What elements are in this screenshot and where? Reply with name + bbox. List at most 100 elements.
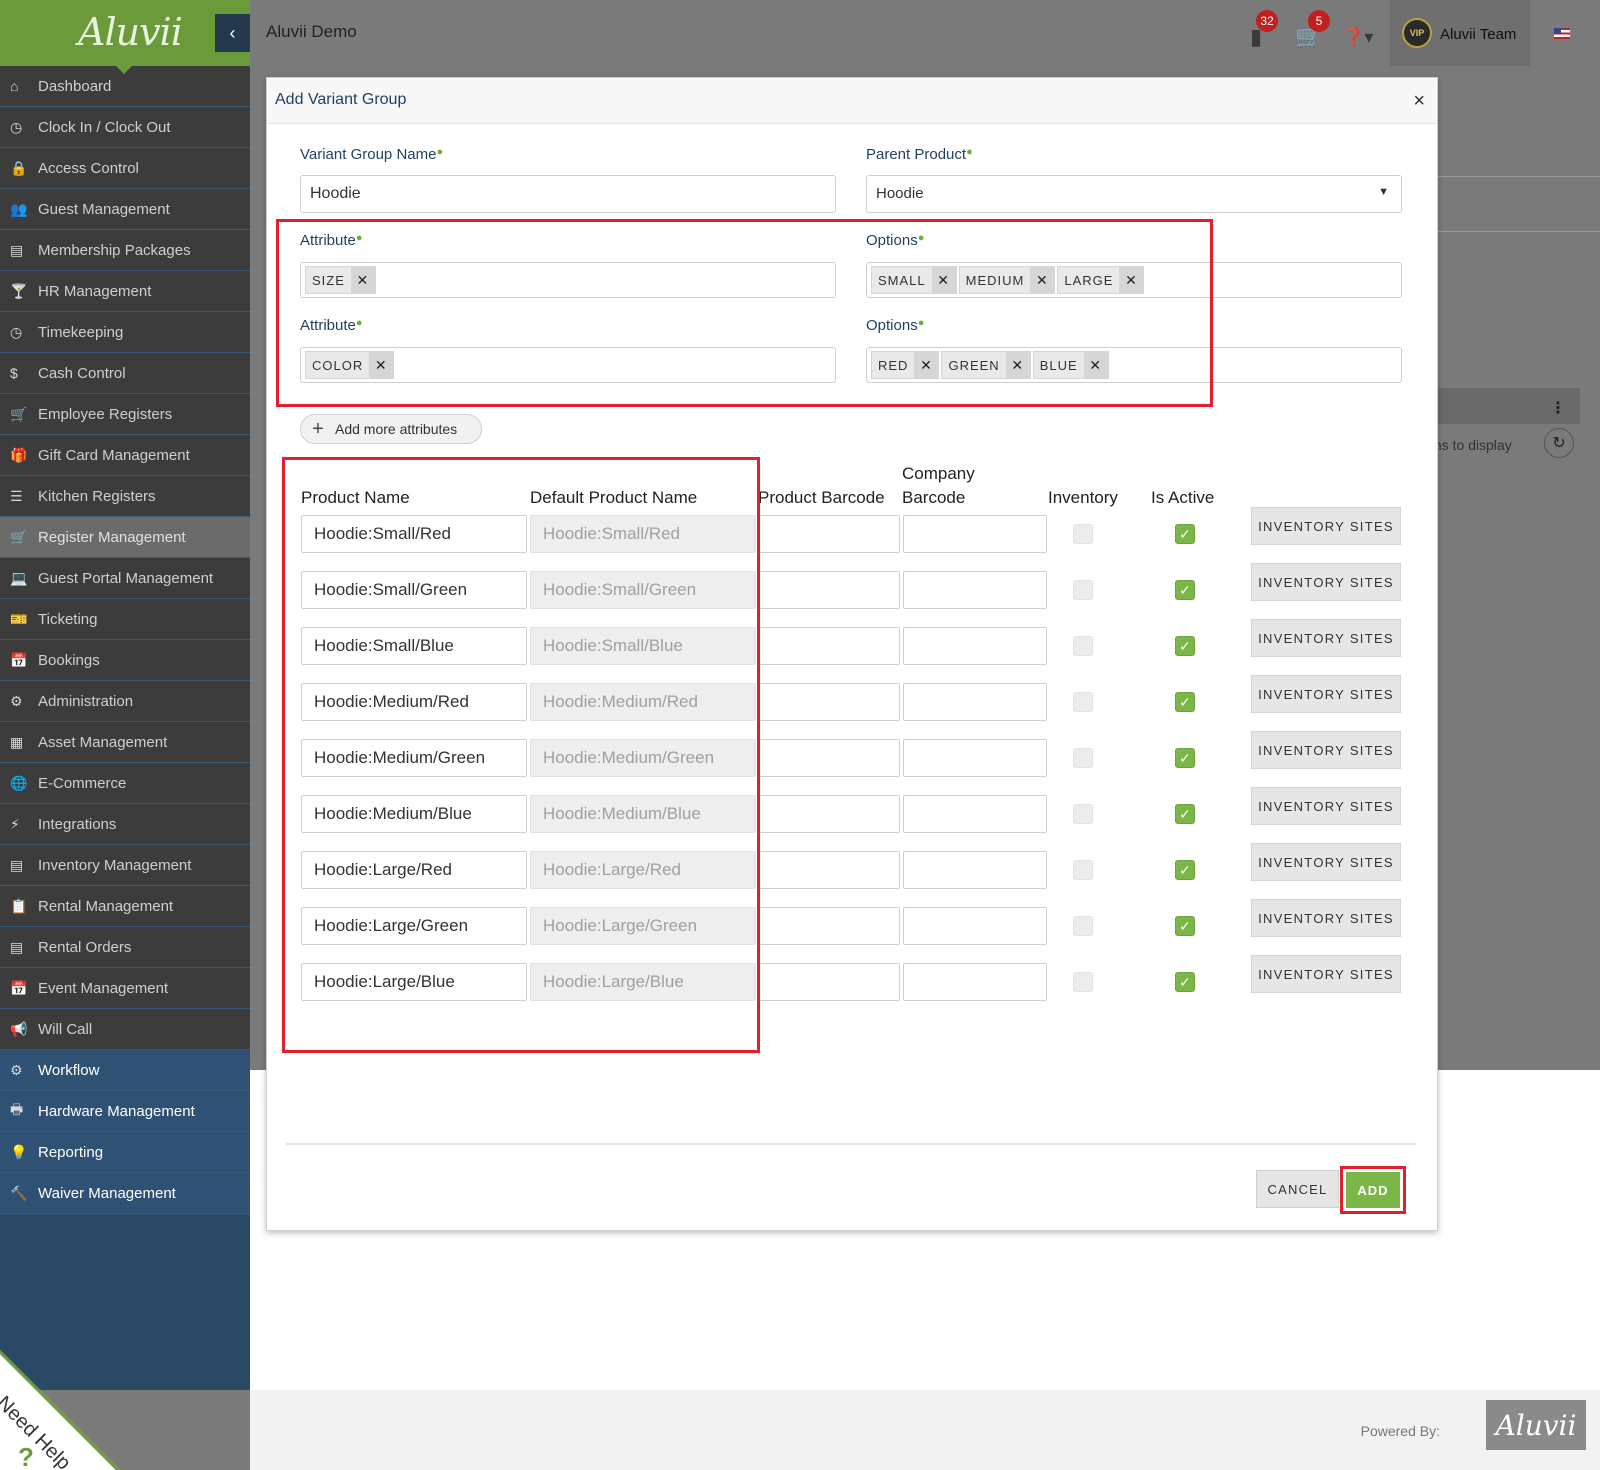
sidebar-item-hardware-management[interactable]: 🖶 Hardware Management <box>0 1091 250 1132</box>
inventory-checkbox[interactable] <box>1073 580 1093 600</box>
cart-icon: 🛒 <box>10 405 28 422</box>
inventory-checkbox[interactable] <box>1073 916 1093 936</box>
inventory-checkbox[interactable] <box>1073 860 1093 880</box>
bolt-icon: ⚡ <box>10 815 20 832</box>
sidebar-item-asset-management[interactable]: ▦ Asset Management <box>0 722 250 763</box>
is-active-checkbox[interactable]: ✓ <box>1175 748 1195 768</box>
more-options-icon[interactable]: ⋮ <box>1550 398 1566 418</box>
company-barcode-input[interactable] <box>903 515 1047 553</box>
parent-product-select[interactable]: Hoodie ▼ <box>866 175 1402 213</box>
dollar-icon: $ <box>10 365 18 381</box>
sidebar-item-employee-registers[interactable]: 🛒 Employee Registers <box>0 394 250 435</box>
is-active-checkbox[interactable]: ✓ <box>1175 916 1195 936</box>
is-active-checkbox[interactable]: ✓ <box>1175 972 1195 992</box>
inventory-sites-button[interactable]: INVENTORY SITES <box>1251 675 1401 713</box>
cancel-button[interactable]: CANCEL <box>1256 1170 1339 1208</box>
company-barcode-input[interactable] <box>903 795 1047 833</box>
sidebar-item-guest-management[interactable]: 👥 Guest Management <box>0 189 250 230</box>
sidebar-item-cash-control[interactable]: $ Cash Control <box>0 353 250 394</box>
company-barcode-input[interactable] <box>903 739 1047 777</box>
need-help-widget[interactable]: Need Help ? <box>0 1350 120 1470</box>
app-logo[interactable]: Aluvii <box>78 10 183 54</box>
inventory-checkbox[interactable] <box>1073 636 1093 656</box>
sidebar-item-kitchen-registers[interactable]: ☰ Kitchen Registers <box>0 476 250 517</box>
inventory-sites-button[interactable]: INVENTORY SITES <box>1251 731 1401 769</box>
bg-divider <box>1430 176 1600 177</box>
sidebar-item-hr-management[interactable]: 🍸 HR Management <box>0 271 250 312</box>
product-barcode-input[interactable] <box>758 851 900 889</box>
inventory-checkbox[interactable] <box>1073 804 1093 824</box>
is-active-checkbox[interactable]: ✓ <box>1175 860 1195 880</box>
sidebar-item-rental-management[interactable]: 📋 Rental Management <box>0 886 250 927</box>
help-icon[interactable]: ❓▾ <box>1342 27 1373 48</box>
product-barcode-input[interactable] <box>758 907 900 945</box>
inventory-checkbox[interactable] <box>1073 524 1093 544</box>
powered-by-text: Powered By: <box>1360 1423 1440 1439</box>
inventory-checkbox[interactable] <box>1073 692 1093 712</box>
sidebar-item-register-management[interactable]: 🛒 Register Management <box>0 517 250 558</box>
sidebar-item-ticketing[interactable]: 🎫 Ticketing <box>0 599 250 640</box>
is-active-checkbox[interactable]: ✓ <box>1175 580 1195 600</box>
refresh-icon[interactable]: ↻ <box>1544 428 1574 458</box>
clock-icon: ◷ <box>10 323 23 340</box>
add-more-attributes-button[interactable]: + Add more attributes <box>300 414 482 444</box>
bg-empty-text: ms to display <box>1430 437 1512 453</box>
company-barcode-input[interactable] <box>903 907 1047 945</box>
sidebar-item-inventory-management[interactable]: ▤ Inventory Management <box>0 845 250 886</box>
company-barcode-input[interactable] <box>903 571 1047 609</box>
company-barcode-input[interactable] <box>903 963 1047 1001</box>
sidebar-item-clock-in-clock-out[interactable]: ◷ Clock In / Clock Out <box>0 107 250 148</box>
sidebar-item-reporting[interactable]: 💡 Reporting <box>0 1132 250 1173</box>
sidebar-item-workflow[interactable]: ⚙ Workflow <box>0 1050 250 1091</box>
is-active-checkbox[interactable]: ✓ <box>1175 804 1195 824</box>
inventory-sites-button[interactable]: INVENTORY SITES <box>1251 507 1401 545</box>
sidebar-item-membership-packages[interactable]: ▤ Membership Packages <box>0 230 250 271</box>
sidebar-item-integrations[interactable]: ⚡ Integrations <box>0 804 250 845</box>
sidebar-item-bookings[interactable]: 📅 Bookings <box>0 640 250 681</box>
required-marker: ● <box>436 146 444 158</box>
inventory-sites-button[interactable]: INVENTORY SITES <box>1251 955 1401 993</box>
close-icon[interactable]: × <box>1413 90 1425 113</box>
sidebar-item-timekeeping[interactable]: ◷ Timekeeping <box>0 312 250 353</box>
variant-group-name-input[interactable]: Hoodie <box>300 175 836 213</box>
sidebar-item-label: Rental Orders <box>38 938 132 956</box>
is-active-checkbox[interactable]: ✓ <box>1175 692 1195 712</box>
sidebar-item-label: Membership Packages <box>38 241 191 259</box>
sidebar-item-access-control[interactable]: 🔒 Access Control <box>0 148 250 189</box>
sidebar-item-gift-card-management[interactable]: 🎁 Gift Card Management <box>0 435 250 476</box>
is-active-checkbox[interactable]: ✓ <box>1175 636 1195 656</box>
company-barcode-input[interactable] <box>903 851 1047 889</box>
user-menu[interactable]: VIP Aluvii Team <box>1390 0 1530 66</box>
flag-icon[interactable] <box>1554 28 1570 39</box>
product-barcode-input[interactable] <box>758 627 900 665</box>
sidebar-item-administration[interactable]: ⚙ Administration <box>0 681 250 722</box>
product-barcode-input[interactable] <box>758 739 900 777</box>
collapse-sidebar-button[interactable]: ‹ <box>215 14 250 52</box>
product-barcode-input[interactable] <box>758 963 900 1001</box>
sidebar-item-rental-orders[interactable]: ▤ Rental Orders <box>0 927 250 968</box>
product-barcode-input[interactable] <box>758 683 900 721</box>
company-barcode-input[interactable] <box>903 627 1047 665</box>
sidebar-item-label: Ticketing <box>38 610 98 628</box>
inventory-sites-button[interactable]: INVENTORY SITES <box>1251 787 1401 825</box>
inventory-sites-button[interactable]: INVENTORY SITES <box>1251 619 1401 657</box>
product-barcode-input[interactable] <box>758 515 900 553</box>
sidebar-item-e-commerce[interactable]: 🌐 E-Commerce <box>0 763 250 804</box>
add-more-attributes-label: Add more attributes <box>335 421 458 437</box>
inventory-sites-button[interactable]: INVENTORY SITES <box>1251 899 1401 937</box>
sidebar-item-label: Will Call <box>38 1020 93 1038</box>
inventory-checkbox[interactable] <box>1073 972 1093 992</box>
inventory-sites-button[interactable]: INVENTORY SITES <box>1251 563 1401 601</box>
company-barcode-input[interactable] <box>903 683 1047 721</box>
highlight-box-attributes <box>276 219 1213 407</box>
product-barcode-input[interactable] <box>758 795 900 833</box>
sidebar-item-label: Kitchen Registers <box>38 487 156 505</box>
sidebar-item-waiver-management[interactable]: 🔨 Waiver Management <box>0 1173 250 1214</box>
sidebar-item-event-management[interactable]: 📅 Event Management <box>0 968 250 1009</box>
is-active-checkbox[interactable]: ✓ <box>1175 524 1195 544</box>
inventory-sites-button[interactable]: INVENTORY SITES <box>1251 843 1401 881</box>
product-barcode-input[interactable] <box>758 571 900 609</box>
sidebar-item-will-call[interactable]: 📢 Will Call <box>0 1009 250 1050</box>
inventory-checkbox[interactable] <box>1073 748 1093 768</box>
sidebar-item-guest-portal-management[interactable]: 💻 Guest Portal Management <box>0 558 250 599</box>
